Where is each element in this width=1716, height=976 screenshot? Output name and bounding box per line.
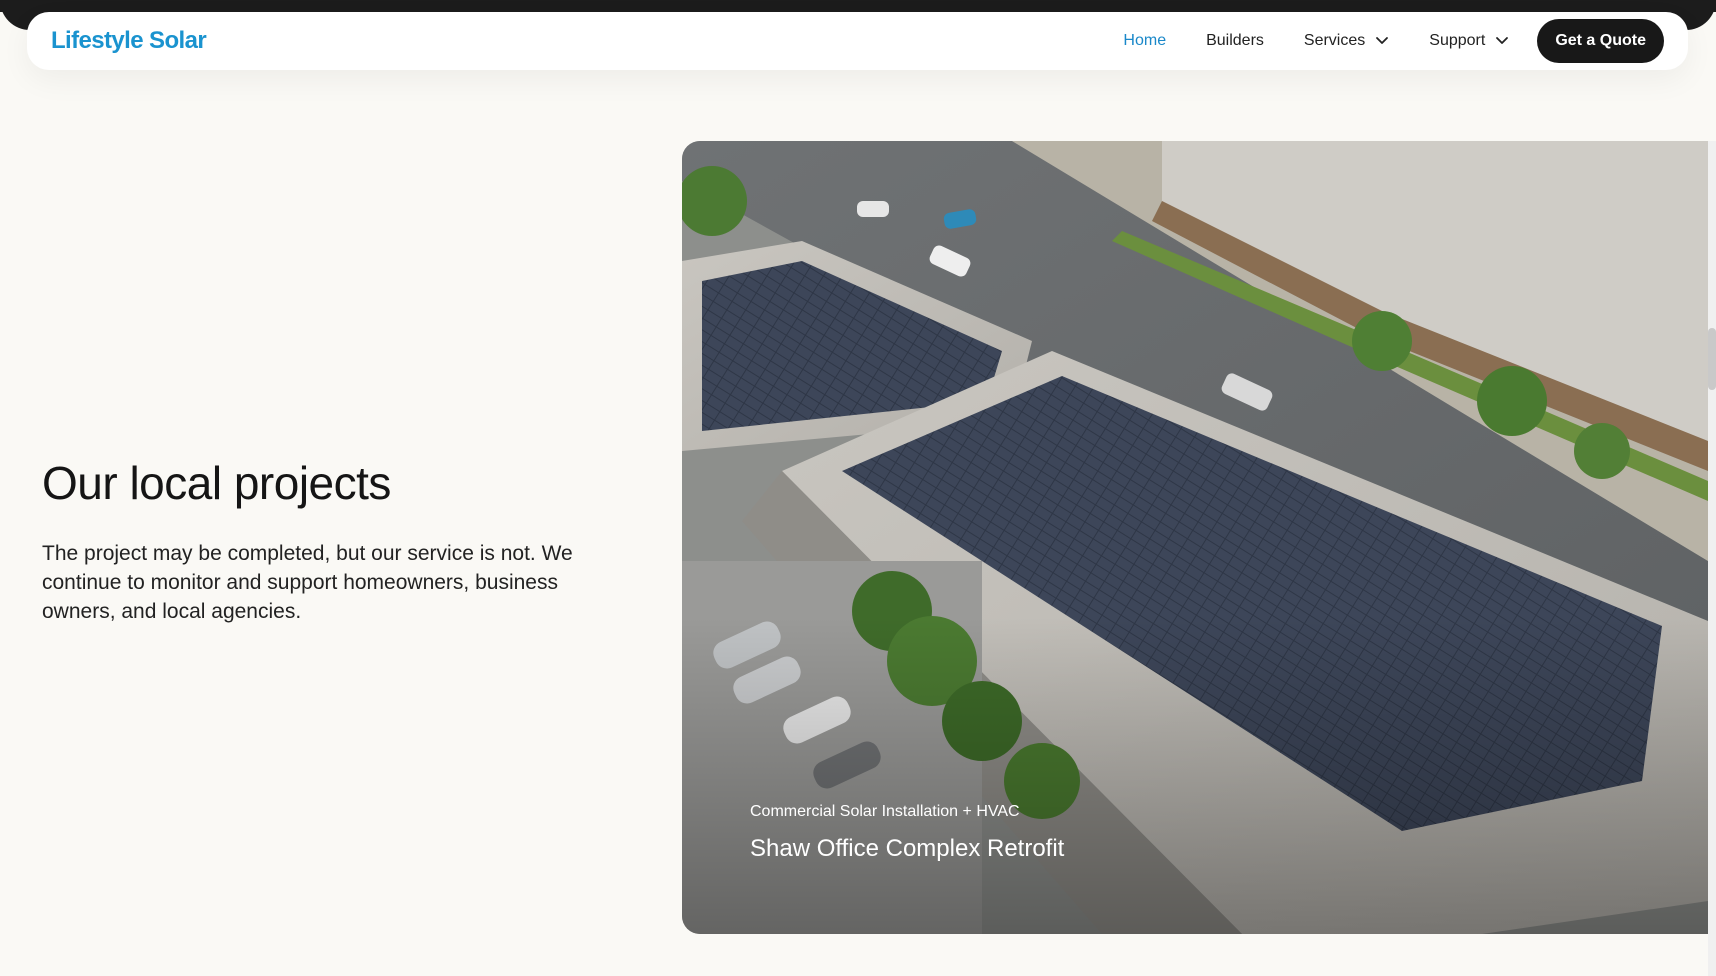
- nav-services[interactable]: Services: [1284, 32, 1409, 50]
- projects-intro: Our local projects The project may be co…: [42, 455, 622, 626]
- brand-logo[interactable]: Lifestyle Solar: [51, 27, 207, 55]
- chevron-down-icon: [1495, 36, 1509, 46]
- section-title: Our local projects: [42, 457, 391, 509]
- chevron-down-icon: [1375, 36, 1389, 46]
- top-dark-bar: [0, 0, 1716, 12]
- nav-links: Home Builders Services Support Get a Quo…: [1103, 19, 1664, 63]
- get-quote-button[interactable]: Get a Quote: [1537, 19, 1664, 63]
- project-card[interactable]: Commercial Solar Installation + HVAC Sha…: [682, 141, 1708, 934]
- nav-support[interactable]: Support: [1409, 32, 1529, 50]
- nav-home[interactable]: Home: [1103, 32, 1186, 50]
- scrollbar-thumb[interactable]: [1708, 328, 1716, 390]
- navbar: Lifestyle Solar Home Builders Services S…: [27, 12, 1688, 70]
- nav-builders[interactable]: Builders: [1186, 32, 1284, 50]
- section-description: The project may be completed, but our se…: [42, 542, 573, 623]
- project-category: Commercial Solar Installation + HVAC: [750, 803, 1020, 820]
- scrollbar-track[interactable]: [1708, 141, 1716, 976]
- nav-services-label: Services: [1303, 32, 1366, 49]
- nav-support-label: Support: [1429, 32, 1486, 49]
- project-name: Shaw Office Complex Retrofit: [750, 835, 1065, 862]
